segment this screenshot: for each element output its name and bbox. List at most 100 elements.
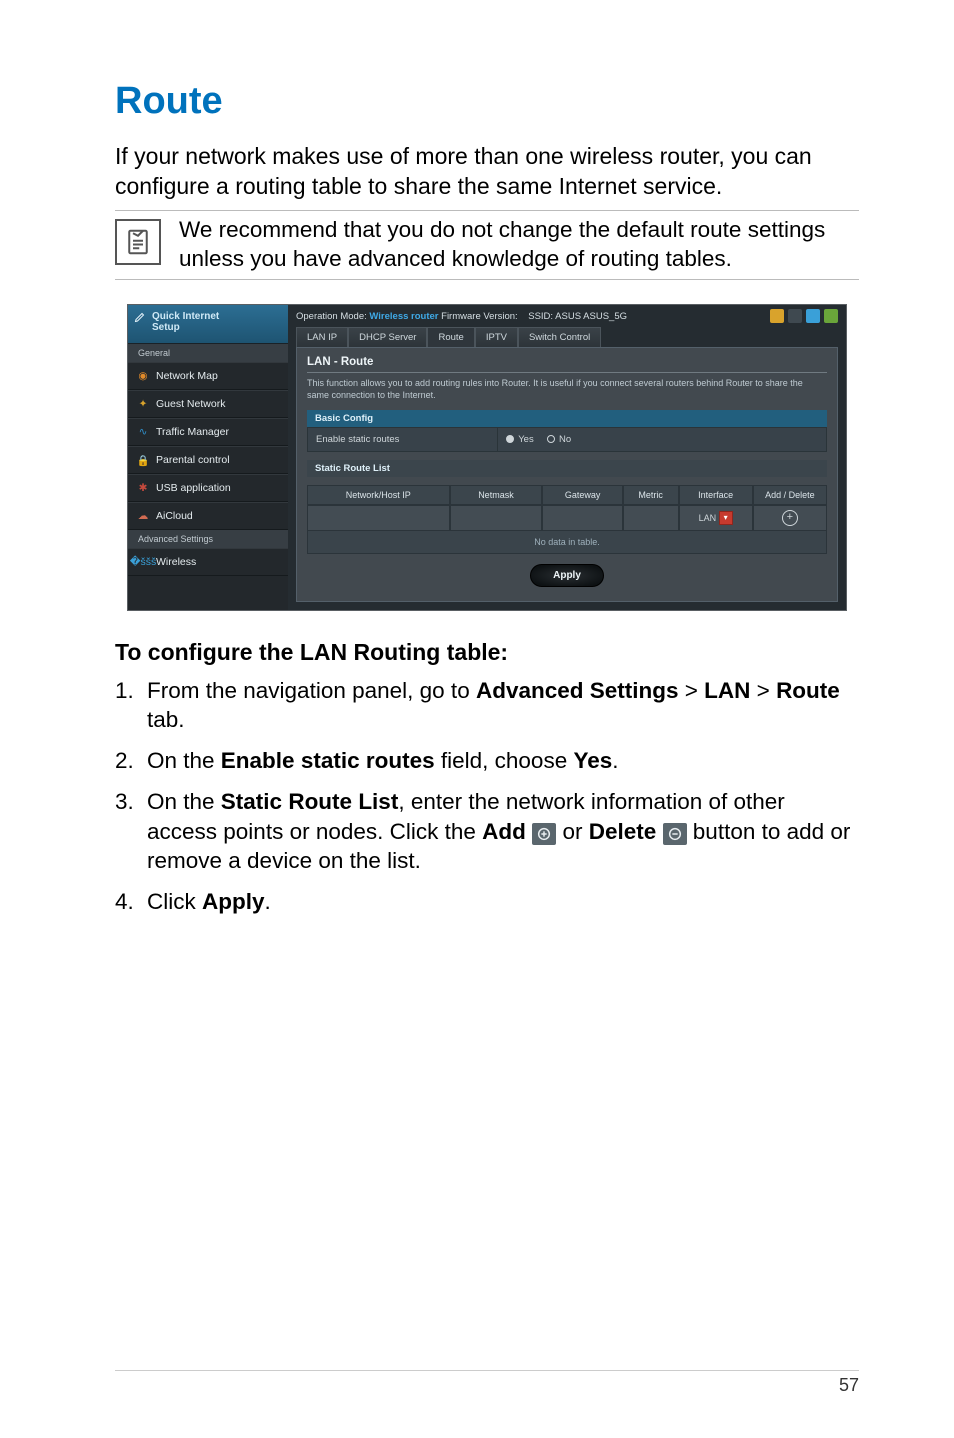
- t: >: [750, 678, 776, 703]
- t: or: [562, 819, 588, 844]
- status-icon[interactable]: [806, 309, 820, 323]
- iface-value: LAN: [699, 513, 717, 523]
- t: field, choose: [435, 748, 574, 773]
- col-gateway: Gateway: [542, 485, 622, 505]
- sidebar-item-wireless[interactable]: �ššš Wireless: [128, 548, 288, 576]
- guest-icon: ✦: [136, 397, 150, 411]
- panel-title: LAN - Route: [307, 356, 827, 368]
- usb-icon: ✱: [136, 481, 150, 495]
- page-footer: 57: [115, 1370, 859, 1396]
- radio-no-label: No: [559, 434, 571, 445]
- lock-icon: 🔒: [136, 453, 150, 467]
- status-icon[interactable]: [824, 309, 838, 323]
- step-1: From the navigation panel, go to Advance…: [115, 676, 859, 735]
- sidebar: Quick Internet Setup General ◉ Network M…: [128, 305, 288, 609]
- sidebar-quick-setup[interactable]: Quick Internet Setup: [128, 305, 288, 344]
- col-interface: Interface: [679, 485, 753, 505]
- status-icon[interactable]: [770, 309, 784, 323]
- wireless-icon: �ššš: [136, 555, 150, 569]
- input-interface[interactable]: LAN: [679, 505, 753, 531]
- t: Click: [147, 889, 202, 914]
- tab-switch[interactable]: Switch Control: [518, 327, 601, 347]
- t: Yes: [573, 748, 612, 773]
- sidebar-section-general: General: [128, 344, 288, 362]
- t: Static Route List: [221, 789, 399, 814]
- t: On the: [147, 748, 221, 773]
- sidebar-item-network-map[interactable]: ◉ Network Map: [128, 362, 288, 390]
- main-panel: Operation Mode: Wireless router Firmware…: [288, 305, 846, 609]
- note-text: We recommend that you do not change the …: [179, 215, 859, 274]
- basic-config-head: Basic Config: [307, 410, 827, 427]
- input-metric[interactable]: [623, 505, 679, 531]
- sidebar-item-label: USB application: [156, 482, 231, 494]
- col-metric: Metric: [623, 485, 679, 505]
- opmode-label: Operation Mode:: [296, 311, 369, 322]
- status-icon[interactable]: [788, 309, 802, 323]
- col-network: Network/Host IP: [307, 485, 450, 505]
- ssid-value: SSID: ASUS ASUS_5G: [528, 311, 627, 322]
- sidebar-item-aicloud[interactable]: ☁ AiCloud: [128, 502, 288, 530]
- dropdown-icon[interactable]: [719, 511, 733, 525]
- delete-inline-icon: [663, 823, 687, 845]
- sidebar-quick-label: Quick Internet Setup: [152, 311, 219, 333]
- sidebar-item-label: Network Map: [156, 370, 218, 382]
- t: >: [679, 678, 705, 703]
- cloud-icon: ☁: [136, 509, 150, 523]
- input-gateway[interactable]: [542, 505, 622, 531]
- topbar: Operation Mode: Wireless router Firmware…: [288, 305, 846, 323]
- panel-desc: This function allows you to add routing …: [307, 372, 827, 401]
- route-panel: LAN - Route This function allows you to …: [296, 347, 838, 601]
- sidebar-item-usb[interactable]: ✱ USB application: [128, 474, 288, 502]
- page-number: 57: [839, 1375, 859, 1395]
- sidebar-item-label: Wireless: [156, 556, 196, 568]
- route-table-header: Network/Host IP Netmask Gateway Metric I…: [307, 485, 827, 505]
- enable-static-label: Enable static routes: [308, 428, 497, 451]
- col-netmask: Netmask: [450, 485, 543, 505]
- t: On the: [147, 789, 221, 814]
- col-adddelete: Add / Delete: [753, 485, 827, 505]
- static-list-head: Static Route List: [307, 460, 827, 477]
- input-network[interactable]: [307, 505, 450, 531]
- radio-yes[interactable]: [506, 435, 514, 443]
- tab-strip: LAN IP DHCP Server Route IPTV Switch Con…: [296, 327, 838, 347]
- subheading: To configure the LAN Routing table:: [115, 639, 859, 666]
- sidebar-item-guest[interactable]: ✦ Guest Network: [128, 390, 288, 418]
- sidebar-item-traffic[interactable]: ∿ Traffic Manager: [128, 418, 288, 446]
- t: .: [612, 748, 618, 773]
- t: Delete: [589, 819, 657, 844]
- sidebar-section-advanced: Advanced Settings: [128, 530, 288, 548]
- t: LAN: [704, 678, 750, 703]
- t: tab.: [147, 707, 185, 732]
- sidebar-item-label: AiCloud: [156, 510, 193, 522]
- table-nodata: No data in table.: [307, 531, 827, 554]
- radio-no[interactable]: [547, 435, 555, 443]
- sidebar-item-label: Traffic Manager: [156, 426, 229, 438]
- router-ui-screenshot: Quick Internet Setup General ◉ Network M…: [127, 304, 847, 610]
- add-inline-icon: [532, 823, 556, 845]
- opmode-value: Wireless router: [369, 311, 438, 322]
- t: Route: [776, 678, 840, 703]
- tab-dhcp[interactable]: DHCP Server: [348, 327, 427, 347]
- intro-text: If your network makes use of more than o…: [115, 141, 859, 202]
- sidebar-item-parental[interactable]: 🔒 Parental control: [128, 446, 288, 474]
- tab-route[interactable]: Route: [427, 327, 474, 347]
- radio-yes-label: Yes: [518, 434, 534, 445]
- note-box: We recommend that you do not change the …: [115, 210, 859, 281]
- network-icon: ◉: [136, 369, 150, 383]
- t: Apply: [202, 889, 265, 914]
- tab-iptv[interactable]: IPTV: [475, 327, 518, 347]
- traffic-icon: ∿: [136, 425, 150, 439]
- page-heading: Route: [115, 80, 859, 123]
- add-icon[interactable]: +: [782, 510, 798, 526]
- tab-lanip[interactable]: LAN IP: [296, 327, 348, 347]
- input-netmask[interactable]: [450, 505, 543, 531]
- apply-button[interactable]: Apply: [530, 564, 604, 587]
- topbar-icons: [770, 309, 838, 323]
- t: Add: [482, 819, 526, 844]
- t: Advanced Settings: [476, 678, 679, 703]
- route-table-input-row: LAN +: [307, 505, 827, 531]
- steps-list: From the navigation panel, go to Advance…: [115, 676, 859, 917]
- step-4: Click Apply.: [115, 887, 859, 916]
- pen-icon: [134, 311, 146, 323]
- step-3: On the Static Route List, enter the netw…: [115, 787, 859, 875]
